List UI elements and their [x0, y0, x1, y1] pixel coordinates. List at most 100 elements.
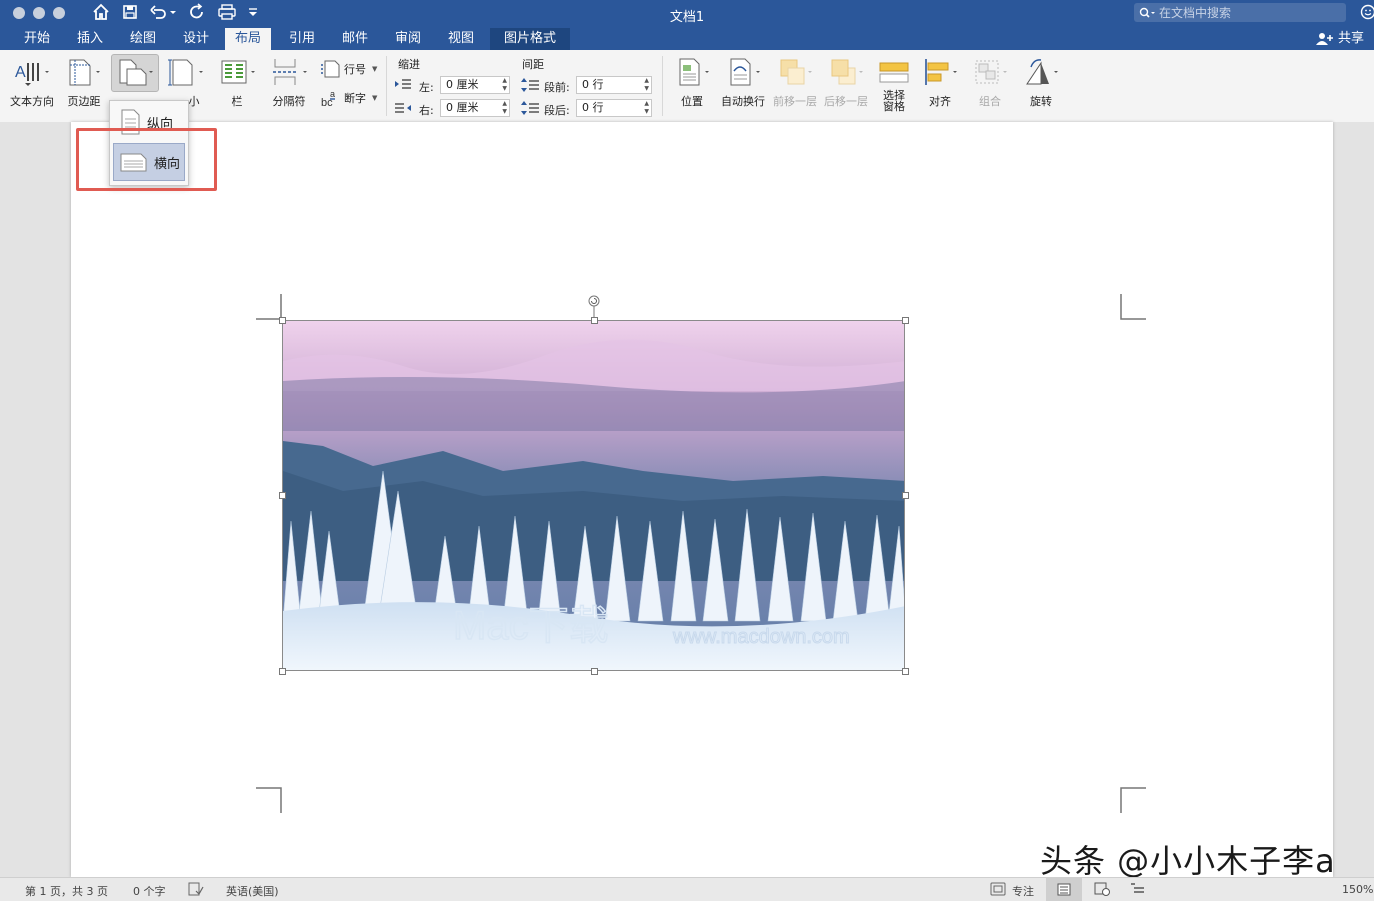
columns-label: 栏 [214, 93, 260, 109]
indent-right-label: 右: [419, 102, 434, 118]
text-direction-button[interactable]: A 文本方向 [9, 56, 55, 109]
winter-landscape-image: Mac下载 www.macdown.com [283, 321, 905, 671]
image-watermark-url: www.macdown.com [672, 626, 850, 648]
share-button[interactable]: 共享 [1316, 28, 1364, 50]
hyphenation-button[interactable]: bca 断字 ▼ [320, 88, 377, 108]
indent-right-value: 0 厘米 [446, 101, 479, 114]
search-icon [1139, 7, 1155, 19]
spacing-after-label: 段后: [544, 102, 570, 118]
spacing-header: 间距 [522, 56, 544, 72]
page-size-icon [165, 57, 205, 87]
zoom-level[interactable]: 150% [1342, 883, 1373, 896]
send-backward-button[interactable]: 后移一层 [823, 56, 869, 109]
tab-design[interactable]: 设计 [173, 28, 219, 50]
group-icon [970, 57, 1010, 87]
columns-button[interactable]: 栏 [214, 56, 260, 109]
rotate-icon [1021, 57, 1061, 87]
resize-handle-bottom[interactable] [591, 668, 598, 675]
group-label: 组合 [968, 93, 1012, 109]
tab-references[interactable]: 引用 [279, 28, 325, 50]
annotation-highlight-box [76, 128, 217, 191]
tab-picture-format[interactable]: 图片格式 [490, 28, 570, 50]
spin-arrows-icon[interactable]: ▲▼ [502, 77, 507, 93]
line-numbers-button[interactable]: 行号 ▼ [320, 60, 377, 78]
resize-handle-top-left[interactable] [279, 317, 286, 324]
tab-view[interactable]: 视图 [438, 28, 484, 50]
language[interactable]: 英语(美国) [226, 883, 279, 899]
resize-handle-top[interactable] [591, 317, 598, 324]
line-numbers-dropdown-icon: ▼ [372, 65, 377, 73]
search-input[interactable]: 在文档中搜索 [1134, 3, 1346, 22]
wrap-text-label: 自动换行 [720, 93, 766, 109]
selection-pane-icon [876, 57, 912, 87]
spacing-before-value: 0 行 [582, 78, 604, 91]
spacing-before-icon [520, 77, 540, 93]
outline-view-icon[interactable] [1130, 882, 1146, 896]
tab-draw[interactable]: 绘图 [120, 28, 166, 50]
overlay-watermark-text: 头条 @小小木子李a [1040, 836, 1336, 882]
indent-right-icon [394, 102, 412, 116]
status-bar: 第 1 页，共 3 页 0 个字 英语(美国) 专注 150% [0, 877, 1374, 901]
resize-handle-top-right[interactable] [902, 317, 909, 324]
margins-button[interactable]: 页边距 [63, 56, 105, 109]
align-button[interactable]: 对齐 [918, 56, 962, 109]
svg-text:A: A [15, 64, 26, 81]
spacing-after-value: 0 行 [582, 101, 604, 114]
tab-mailings[interactable]: 邮件 [332, 28, 378, 50]
tab-layout[interactable]: 布局 [225, 28, 271, 50]
focus-icon[interactable] [990, 882, 1006, 896]
indent-left-input[interactable]: 0 厘米 ▲▼ [440, 76, 510, 94]
spin-arrows-icon[interactable]: ▲▼ [644, 77, 649, 93]
margins-icon [64, 57, 104, 87]
margins-label: 页边距 [63, 93, 105, 109]
position-button[interactable]: 位置 [670, 56, 714, 109]
wrap-text-button[interactable]: 自动换行 [720, 56, 766, 109]
tab-insert[interactable]: 插入 [67, 28, 113, 50]
align-label: 对齐 [918, 93, 962, 109]
breaks-button[interactable]: 分隔符 [266, 56, 312, 109]
word-count[interactable]: 0 个字 [133, 883, 166, 899]
rotate-button[interactable]: 旋转 [1018, 56, 1064, 109]
resize-handle-left[interactable] [279, 492, 286, 499]
position-icon [672, 57, 712, 87]
print-layout-view-button[interactable] [1046, 878, 1082, 901]
line-numbers-label: 行号 [344, 61, 366, 77]
proofing-icon[interactable] [188, 882, 204, 896]
bring-forward-button[interactable]: 前移一层 [772, 56, 818, 109]
add-person-icon [1316, 32, 1334, 46]
selection-pane-label-2: 窗格 [883, 100, 905, 113]
page-info[interactable]: 第 1 页，共 3 页 [25, 883, 108, 899]
send-backward-label: 后移一层 [823, 93, 869, 109]
web-layout-icon[interactable] [1094, 882, 1110, 896]
spin-arrows-icon[interactable]: ▲▼ [644, 100, 649, 116]
resize-handle-bottom-left[interactable] [279, 668, 286, 675]
spacing-before-input[interactable]: 0 行 ▲▼ [576, 76, 652, 94]
crop-mark-bottom-left [256, 787, 282, 813]
bring-forward-icon [775, 57, 815, 87]
spin-arrows-icon[interactable]: ▲▼ [502, 100, 507, 116]
selected-image[interactable]: Mac下载 www.macdown.com [282, 320, 905, 671]
share-label: 共享 [1338, 28, 1364, 50]
group-button[interactable]: 组合 [968, 56, 1012, 109]
selection-pane-button[interactable]: 选择 窗格 [874, 56, 914, 112]
hyphenation-label: 断字 [344, 90, 366, 106]
focus-label[interactable]: 专注 [1012, 883, 1034, 899]
indent-left-icon [394, 78, 412, 92]
ribbon-separator [386, 56, 387, 116]
indent-right-input[interactable]: 0 厘米 ▲▼ [440, 99, 510, 117]
smiley-feedback-icon[interactable] [1360, 4, 1374, 23]
title-bar: 文档1 在文档中搜索 [0, 0, 1374, 28]
orientation-icon [115, 57, 155, 87]
resize-handle-bottom-right[interactable] [902, 668, 909, 675]
orientation-button[interactable] [111, 54, 159, 92]
resize-handle-right[interactable] [902, 492, 909, 499]
tab-review[interactable]: 审阅 [385, 28, 431, 50]
align-icon [920, 57, 960, 87]
tab-home[interactable]: 开始 [14, 28, 60, 50]
document-area[interactable]: Mac下载 www.macdown.com [0, 122, 1374, 877]
hyphenation-dropdown-icon: ▼ [372, 94, 377, 102]
spacing-after-input[interactable]: 0 行 ▲▼ [576, 99, 652, 117]
svg-text:a: a [330, 89, 335, 99]
send-backward-icon [826, 57, 866, 87]
indent-left-value: 0 厘米 [446, 78, 479, 91]
